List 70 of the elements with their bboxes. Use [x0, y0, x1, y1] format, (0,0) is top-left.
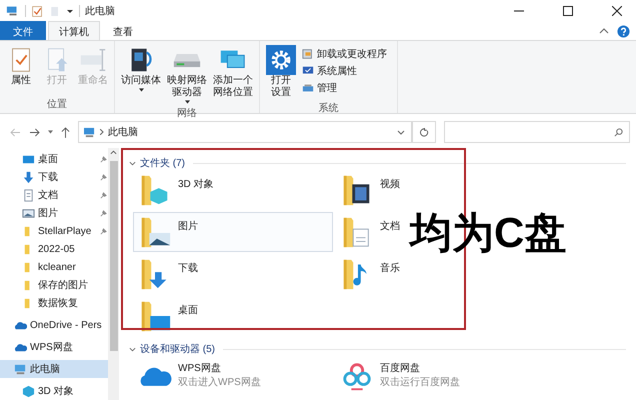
- nav-item[interactable]: 3D 对象: [0, 382, 108, 400]
- drive-item[interactable]: WPS网盘 双击进入WPS网盘: [133, 356, 333, 392]
- ribbon-button[interactable]: 打开 设置: [264, 43, 298, 101]
- checkmark-icon[interactable]: [31, 4, 44, 18]
- ribbon-button[interactable]: 添加一个 网络位置: [211, 43, 255, 106]
- nav-item[interactable]: 下载: [0, 168, 108, 186]
- dropdown-icon[interactable]: [66, 7, 74, 15]
- folder-item[interactable]: 视频: [335, 170, 407, 210]
- chevron-down-icon[interactable]: [397, 130, 405, 134]
- computer-icon: [302, 82, 314, 94]
- ribbon-button[interactable]: 映射网络 驱动器: [165, 43, 209, 106]
- nav-item[interactable]: 保存的图片: [0, 276, 108, 294]
- nav-item[interactable]: WPS网盘: [0, 338, 108, 356]
- nav-item[interactable]: 数据恢复: [0, 294, 108, 312]
- ribbon-button[interactable]: 属性: [4, 43, 38, 97]
- folder-item[interactable]: 图片: [133, 212, 333, 252]
- maximize-icon[interactable]: [563, 6, 573, 16]
- folder-item[interactable]: 下载: [133, 254, 333, 294]
- window-title: 此电脑: [85, 4, 115, 18]
- up-arrow-icon[interactable]: [61, 126, 70, 138]
- group-label: 网络: [176, 107, 198, 121]
- document-icon: [22, 188, 35, 202]
- computer-icon: [14, 362, 27, 376]
- close-icon[interactable]: [612, 6, 622, 16]
- nav-item[interactable]: kcleaner: [0, 258, 108, 276]
- scrollbar-thumb[interactable]: [110, 161, 118, 351]
- program-box-icon: [302, 48, 314, 60]
- section-header[interactable]: 设备和驱动器 (5): [129, 342, 626, 356]
- folder-item[interactable]: 文档: [335, 212, 407, 252]
- help-icon[interactable]: [617, 24, 630, 38]
- file-tab[interactable]: 文件: [0, 20, 46, 42]
- forward-arrow-icon[interactable]: [29, 128, 40, 136]
- picture-icon: [22, 206, 35, 220]
- nav-item[interactable]: OneDrive - Pers: [0, 316, 108, 334]
- folder-item[interactable]: 桌面: [133, 296, 333, 336]
- chevron-down-icon: [129, 346, 136, 352]
- nav-item[interactable]: 文档: [0, 186, 108, 204]
- download-arrow-icon: [22, 170, 35, 184]
- folder-item[interactable]: 3D 对象: [133, 170, 333, 210]
- search-icon: [614, 128, 623, 136]
- nav-item[interactable]: StellarPlaye: [0, 222, 108, 240]
- search-field[interactable]: [444, 121, 630, 143]
- ribbon-tab[interactable]: 查看: [102, 20, 144, 42]
- ribbon-tab[interactable]: 计算机: [48, 20, 100, 42]
- ribbon-button[interactable]: 访问媒体: [119, 43, 163, 106]
- chevron-right-icon: [100, 129, 104, 135]
- ribbon-small-button[interactable]: 管理: [302, 81, 387, 95]
- address-bar[interactable]: 此电脑: [78, 121, 412, 143]
- cloud-icon: [138, 365, 172, 387]
- ribbon-small-button[interactable]: 卸载或更改程序: [302, 47, 387, 61]
- group-label: 系统: [318, 102, 340, 116]
- group-label: 位置: [46, 98, 68, 112]
- nav-item[interactable]: 此电脑: [0, 360, 108, 378]
- drive-item[interactable]: 百度网盘 双击运行百度网盘: [335, 356, 535, 392]
- network-drive-icon: [172, 53, 202, 68]
- collapse-ribbon-icon[interactable]: [599, 28, 609, 34]
- scroll-up-icon[interactable]: [110, 150, 117, 155]
- nav-item[interactable]: 图片: [0, 204, 108, 222]
- gear-icon: [266, 45, 296, 75]
- scrollbar[interactable]: [108, 148, 119, 400]
- refresh-icon: [420, 128, 428, 136]
- ribbon-small-button[interactable]: 系统属性: [302, 64, 387, 78]
- cube-icon: [22, 384, 35, 398]
- chevron-down-icon: [129, 160, 136, 166]
- nav-item[interactable]: 2022-05: [0, 240, 108, 258]
- section-header[interactable]: 文件夹 (7): [129, 156, 626, 170]
- nav-item[interactable]: 桌面: [0, 150, 108, 168]
- refresh-button[interactable]: [412, 121, 436, 143]
- folder-item[interactable]: 音乐: [335, 254, 407, 294]
- computer-icon: [83, 126, 96, 138]
